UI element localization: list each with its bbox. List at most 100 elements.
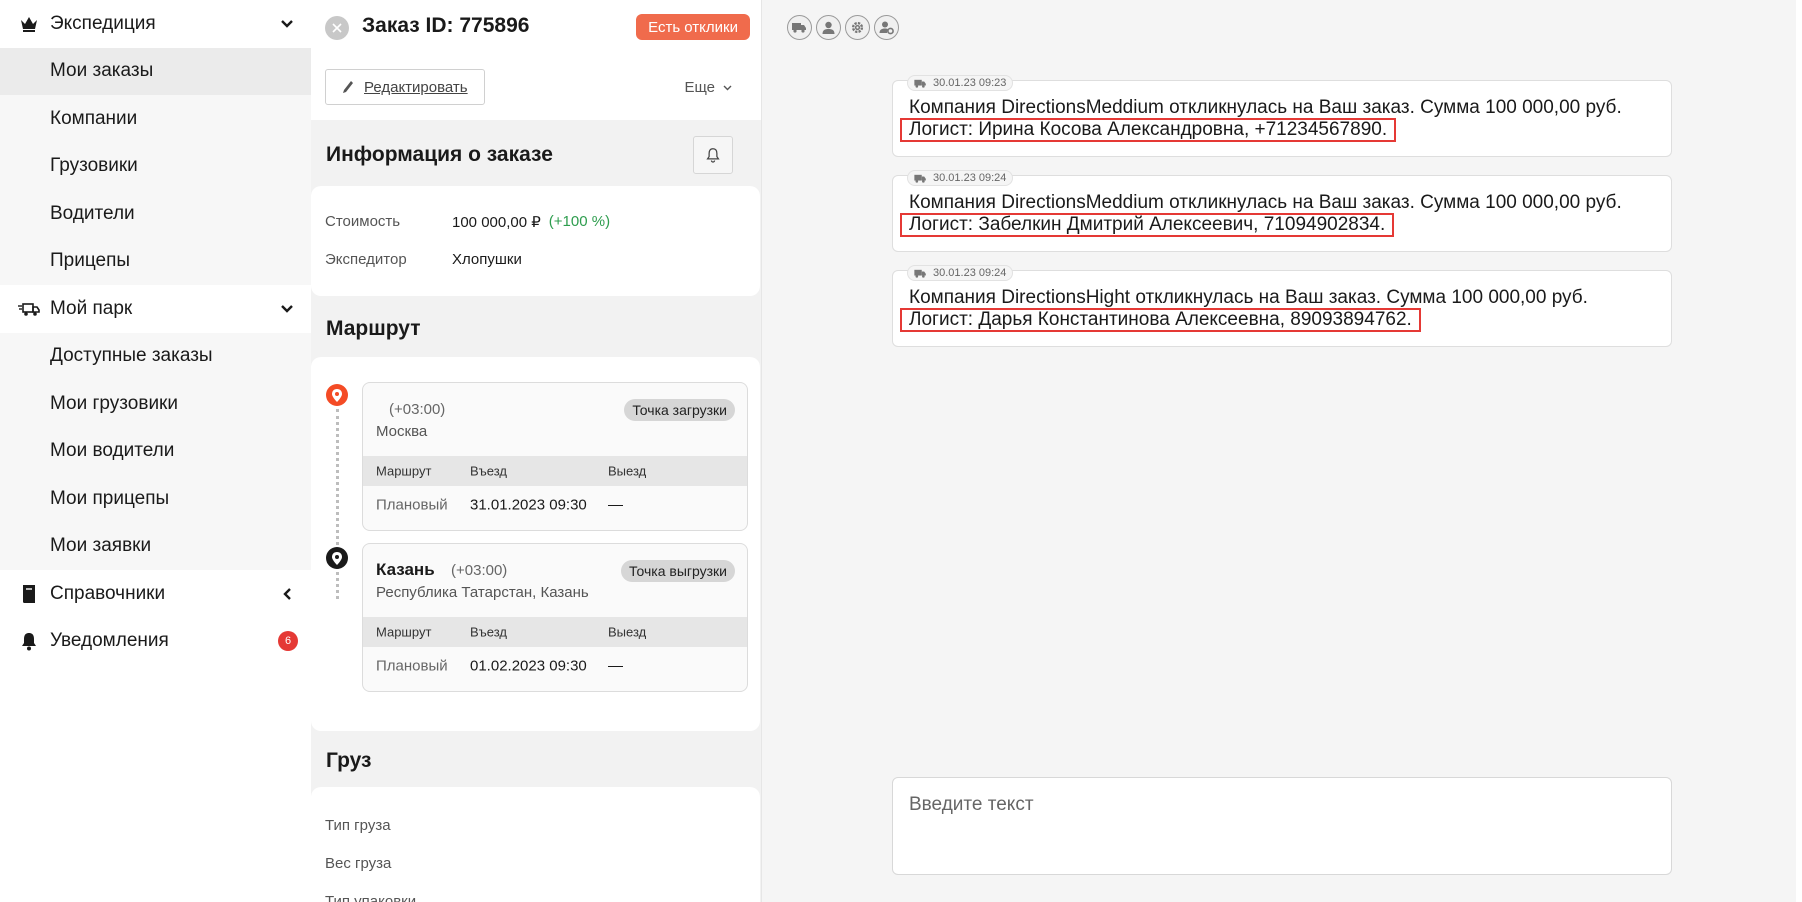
message-logist-highlight: Логист: Ирина Косова Александровна, +712…: [900, 118, 1397, 142]
chevron-down-icon[interactable]: [279, 16, 295, 32]
route-stop-card[interactable]: (+03:00) Москва Точка загрузки Маршрут В…: [362, 382, 748, 531]
sidebar-item-my-trucks[interactable]: Мои грузовики: [0, 380, 311, 428]
message-logist-highlight: Логист: Дарья Константинова Алексеевна, …: [900, 308, 1421, 332]
nav-group-my-park[interactable]: Мой парк: [0, 285, 311, 333]
forwarder-label: Экспедитор: [325, 251, 407, 268]
route-connector: [336, 409, 339, 599]
user-icon[interactable]: [816, 15, 841, 40]
bell-icon: [18, 630, 40, 652]
message-input[interactable]: [893, 778, 1671, 874]
chevron-left-icon[interactable]: [279, 586, 295, 602]
sidebar: Экспедиция Мои заказы Компании Грузовики…: [0, 0, 311, 902]
close-button[interactable]: [325, 16, 349, 40]
nav-group-notifications[interactable]: Уведомления 6: [0, 618, 311, 666]
order-info-title: Информация о заказе: [326, 143, 553, 166]
cost-label: Стоимость: [325, 213, 401, 230]
route-stop-card[interactable]: Казань (+03:00) Республика Татарстан, Ка…: [362, 543, 748, 692]
stop-table-header: Маршрут Въезд Выезд: [363, 617, 747, 647]
subscribe-notifications-button[interactable]: [693, 136, 733, 174]
chevron-down-icon[interactable]: [279, 301, 295, 317]
truck-icon: [914, 269, 926, 278]
sidebar-item-available-orders[interactable]: Доступные заказы: [0, 332, 311, 380]
message-text: Компания DirectionsMeddium откликнулась …: [909, 97, 1622, 118]
chat-message: 30.01.23 09:24 Компания DirectionsHight …: [892, 265, 1672, 347]
chat-message: 30.01.23 09:24 Компания DirectionsMeddiu…: [892, 170, 1672, 252]
loading-pin-icon: [326, 384, 348, 406]
sidebar-item-my-trailers[interactable]: Мои прицепы: [0, 475, 311, 523]
sidebar-item-label: Мои заявки: [50, 535, 152, 557]
sidebar-item-label: Водители: [50, 202, 135, 224]
edit-button[interactable]: Редактировать: [325, 69, 485, 105]
cell-exit: —: [608, 657, 623, 675]
sidebar-item-my-requests[interactable]: Мои заявки: [0, 522, 311, 570]
nav-group-label: Уведомления: [50, 630, 169, 652]
user-settings-icon[interactable]: [874, 15, 899, 40]
cost-value: 100 000,00 ₽: [452, 214, 541, 231]
order-header: Заказ ID: 775896 Есть отклики: [311, 0, 761, 55]
message-meta: 30.01.23 09:23: [907, 75, 1014, 91]
cell-route: Плановый: [376, 496, 448, 514]
table-row: Плановый 01.02.2023 09:30 —: [363, 647, 747, 685]
stop-type-tag: Точка выгрузки: [621, 560, 735, 582]
col-route: Маршрут: [376, 463, 432, 479]
close-icon: [332, 23, 342, 33]
order-details-panel: Заказ ID: 775896 Есть отклики Редактиров…: [311, 0, 762, 902]
message-timestamp: 30.01.23 09:24: [933, 172, 1007, 184]
packaging-type-label: Тип упаковки: [325, 893, 417, 902]
more-label: Еще: [684, 79, 715, 96]
sidebar-item-my-drivers[interactable]: Мои водители: [0, 427, 311, 475]
stop-table-header: Маршрут Въезд Выезд: [363, 456, 747, 486]
message-input-box: [892, 777, 1672, 875]
stop-type-tag: Точка загрузки: [624, 399, 735, 421]
nav-group-expedition[interactable]: Экспедиция: [0, 0, 311, 48]
stop-address: Москва: [376, 423, 428, 440]
truck-fast-icon: [18, 298, 40, 320]
sidebar-item-label: Мои водители: [50, 440, 175, 462]
truck-icon[interactable]: [787, 15, 812, 40]
cell-route: Плановый: [376, 657, 448, 675]
notification-count-badge: 6: [278, 631, 298, 652]
message-meta: 30.01.23 09:24: [907, 170, 1014, 186]
edit-button-label: Редактировать: [364, 78, 468, 96]
stop-timezone: (+03:00): [389, 401, 446, 418]
chat-panel: 30.01.23 09:23 Компания DirectionsMeddiu…: [762, 0, 1802, 902]
book-icon: [18, 583, 40, 605]
col-entry: Въезд: [470, 463, 508, 479]
sidebar-item-drivers[interactable]: Водители: [0, 190, 311, 238]
stop-city: Казань: [376, 560, 435, 579]
forwarder-value: Хлопушки: [452, 251, 522, 268]
cost-change: (+100 %): [548, 213, 611, 230]
message-logist-highlight: Логист: Забелкин Дмитрий Алексеевич, 710…: [900, 213, 1395, 237]
table-row: Плановый 31.01.2023 09:30 —: [363, 486, 747, 524]
order-title: Заказ ID: 775896: [362, 14, 530, 37]
sidebar-item-companies[interactable]: Компании: [0, 95, 311, 143]
crown-icon: [18, 13, 40, 35]
responses-button[interactable]: Есть отклики: [636, 14, 750, 40]
nav-group-label: Справочники: [50, 582, 166, 604]
stop-timezone: (+03:00): [451, 562, 508, 579]
more-dropdown[interactable]: Еще: [684, 79, 732, 96]
chevron-down-icon: [723, 85, 732, 90]
truck-icon: [914, 174, 926, 183]
sidebar-item-trailers[interactable]: Прицепы: [0, 237, 311, 285]
cargo-card: Тип груза Вес груза Тип упаковки: [311, 787, 760, 902]
message-text: Компания DirectionsMeddium откликнулась …: [909, 192, 1622, 213]
col-exit: Выезд: [608, 624, 647, 640]
message-meta: 30.01.23 09:24: [907, 265, 1014, 281]
sidebar-item-trucks[interactable]: Грузовики: [0, 142, 311, 190]
cell-entry: 01.02.2023 09:30: [470, 657, 587, 675]
message-timestamp: 30.01.23 09:24: [933, 267, 1007, 279]
bell-icon: [706, 148, 720, 163]
cost-row: Стоимость 100 000,00 ₽ (+100 %): [325, 213, 610, 231]
nav-group-directories[interactable]: Справочники: [0, 570, 311, 618]
sidebar-item-label: Компании: [50, 107, 138, 129]
cargo-weight-label: Вес груза: [325, 855, 392, 872]
stop-address: Республика Татарстан, Казань: [376, 584, 589, 601]
nav-group-label: Экспедиция: [50, 12, 156, 34]
message-timestamp: 30.01.23 09:23: [933, 77, 1007, 89]
route-title: Маршрут: [326, 317, 421, 340]
sidebar-item-label: Мои грузовики: [50, 392, 178, 414]
sidebar-item-label: Прицепы: [50, 250, 131, 272]
sidebar-item-my-orders[interactable]: Мои заказы: [0, 47, 311, 95]
gear-icon[interactable]: [845, 15, 870, 40]
